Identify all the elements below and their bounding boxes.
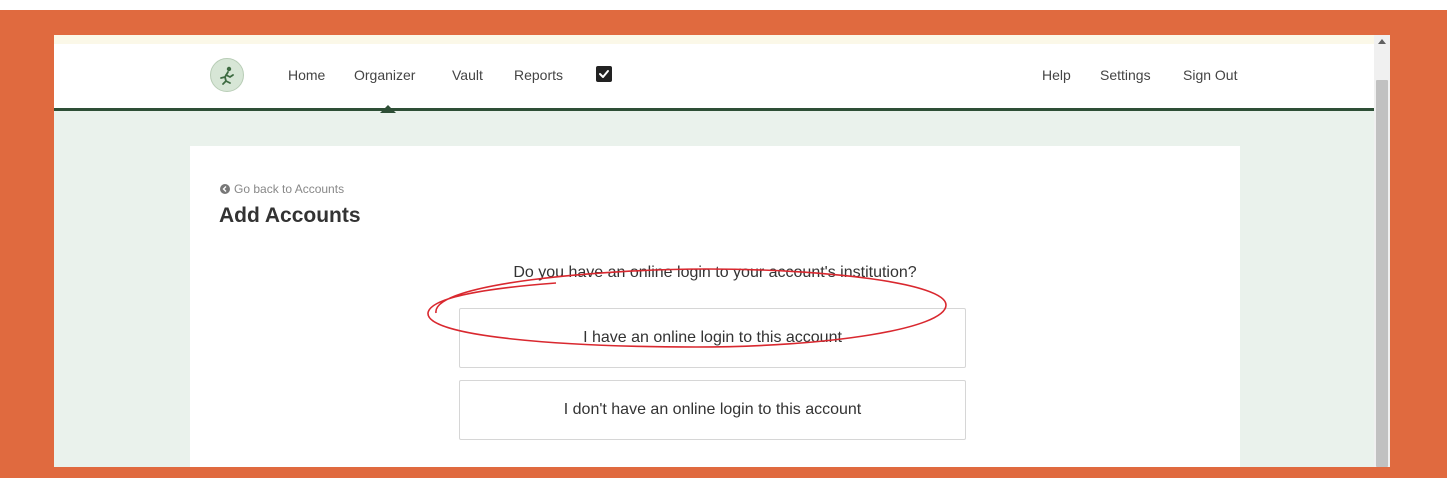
runner-logo-icon[interactable] xyxy=(210,58,244,92)
nav-sign-out[interactable]: Sign Out xyxy=(1183,67,1237,83)
nav-reports[interactable]: Reports xyxy=(514,67,563,83)
checkbox-icon[interactable] xyxy=(596,66,612,82)
nav-settings[interactable]: Settings xyxy=(1100,67,1151,83)
add-accounts-card: Go back to Accounts Add Accounts Do you … xyxy=(190,146,1240,467)
vertical-scrollbar[interactable] xyxy=(1374,35,1390,467)
back-link-label: Go back to Accounts xyxy=(234,182,345,196)
back-to-accounts-link[interactable]: Go back to Accounts xyxy=(220,182,344,196)
page-title: Add Accounts xyxy=(219,204,361,227)
nav-organizer[interactable]: Organizer xyxy=(354,67,415,83)
arrow-left-circle-icon xyxy=(220,184,230,194)
top-strip xyxy=(54,35,1374,44)
frame-top-edge xyxy=(0,0,1447,10)
nav-home[interactable]: Home xyxy=(288,67,325,83)
nav-help[interactable]: Help xyxy=(1042,67,1071,83)
login-question: Do you have an online login to your acco… xyxy=(513,264,917,281)
scrollbar-thumb[interactable] xyxy=(1376,80,1388,467)
browser-viewport: Home Organizer Vault Reports Help Settin… xyxy=(54,35,1390,467)
top-navbar: Home Organizer Vault Reports Help Settin… xyxy=(54,44,1374,113)
active-nav-caret xyxy=(380,105,396,113)
frame-bottom-edge xyxy=(0,478,1447,485)
nav-vault[interactable]: Vault xyxy=(452,67,483,83)
scroll-up-arrow-icon[interactable] xyxy=(1378,39,1386,44)
has-online-login-button[interactable]: I have an online login to this account xyxy=(459,308,966,368)
no-online-login-button[interactable]: I don't have an online login to this acc… xyxy=(459,380,966,440)
